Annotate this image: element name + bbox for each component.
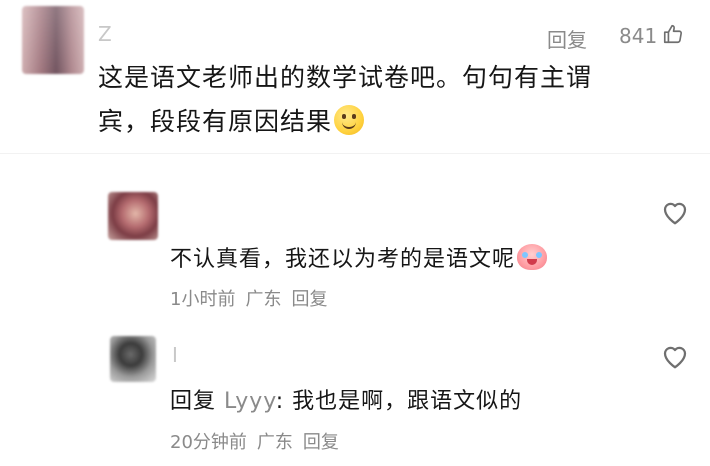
like-count: 841 (619, 24, 658, 48)
username[interactable]: I (172, 343, 178, 367)
comment-line-2-text: 宾，段段有原因结果 (98, 107, 333, 136)
reply-to-username[interactable]: Lyyy (224, 389, 276, 414)
timestamp: 20分钟前 (170, 432, 247, 453)
timestamp: 1小时前 (170, 289, 236, 310)
reply-meta: 20分钟前 广东 回复 (170, 428, 339, 454)
heart-icon (663, 202, 687, 225)
reply-text-content: : 我也是啊，跟语文似的 (275, 389, 523, 414)
heart-icon (663, 346, 687, 369)
like-button[interactable] (660, 342, 690, 374)
username[interactable]: Z (98, 22, 112, 46)
reply-text: 回复 Lyyy: 我也是啊，跟语文似的 (170, 383, 522, 415)
reply-button[interactable]: 回复 (547, 24, 587, 53)
smile-emoji-icon (334, 105, 365, 135)
avatar[interactable] (110, 336, 156, 382)
comment-line-1: 这是语文老师出的数学试卷吧。句句有主谓 (98, 63, 593, 92)
reply-button[interactable]: 回复 (291, 289, 327, 310)
reply-text: 不认真看，我还以为考的是语文呢 (170, 241, 548, 273)
comment-line-2: 宾，段段有原因结果 (98, 100, 698, 144)
reply-button[interactable]: 回复 (303, 432, 339, 453)
divider (0, 153, 710, 154)
avatar[interactable] (22, 6, 84, 74)
thumb-up-icon (663, 24, 683, 44)
comment-text: 这是语文老师出的数学试卷吧。句句有主谓 宾，段段有原因结果 (98, 56, 698, 144)
reply-prefix: 回复 (170, 389, 217, 414)
crying-emoji-icon (517, 244, 548, 270)
like-button[interactable] (660, 198, 690, 230)
reply-meta: 1小时前 广东 回复 (170, 285, 327, 311)
like-button[interactable] (662, 23, 684, 49)
location: 广东 (245, 289, 282, 310)
reply-text-content: 不认真看，我还以为考的是语文呢 (170, 247, 516, 272)
location: 广东 (256, 432, 293, 453)
avatar[interactable] (108, 192, 158, 240)
